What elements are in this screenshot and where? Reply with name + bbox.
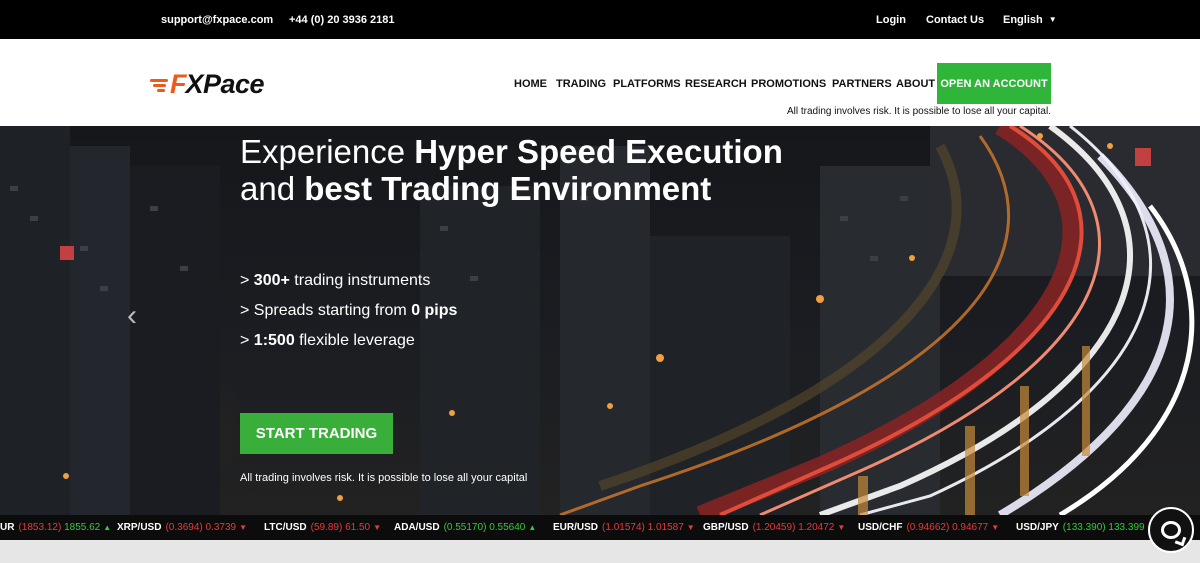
arrow-down-icon: ▼: [373, 523, 382, 532]
arrow-up-icon: ▲: [103, 523, 112, 532]
nav-about[interactable]: ABOUT: [896, 78, 935, 90]
arrow-up-icon: ▲: [528, 523, 537, 532]
main-header: F XPace HOME TRADING PLATFORMS RESEARCH …: [0, 39, 1200, 126]
headline-bold: Hyper Speed Execution: [414, 133, 783, 170]
ticker-item[interactable]: LTC/USD (59.89) 61.50 ▼: [264, 522, 381, 533]
nav-platforms[interactable]: PLATFORMS: [613, 78, 681, 90]
nav-trading[interactable]: TRADING: [556, 78, 606, 90]
page-bottom: [0, 540, 1200, 563]
ticker-item[interactable]: ADA/USD (0.55170) 0.55640 ▲: [394, 522, 536, 533]
nav-home[interactable]: HOME: [514, 78, 547, 90]
speed-lines-icon: [150, 75, 168, 93]
phone-link[interactable]: +44 (0) 20 3936 2181: [289, 14, 395, 26]
fxpace-logo[interactable]: F XPace: [150, 68, 265, 100]
open-account-button[interactable]: OPEN AN ACCOUNT: [937, 63, 1051, 104]
contact-us-link[interactable]: Contact Us: [926, 14, 984, 26]
hero-headline: Experience Hyper Speed Execution and bes…: [240, 133, 783, 207]
bullet-leverage: > 1:500 flexible leverage: [240, 332, 415, 349]
login-link[interactable]: Login: [876, 14, 906, 26]
hero-banner: Experience Hyper Speed Execution and bes…: [0, 126, 1200, 515]
hero-bullets: > 300+ trading instruments > Spreads sta…: [240, 266, 457, 356]
headline-bold: best Trading Environment: [304, 170, 712, 207]
risk-warning-header: All trading involves risk. It is possibl…: [786, 106, 1051, 117]
caret-down-icon: ▼: [1048, 15, 1057, 24]
arrow-down-icon: ▼: [991, 523, 1000, 532]
ticker-item[interactable]: GBP/USD (1.20459) 1.20472 ▼: [703, 522, 845, 533]
chat-icon: [1161, 521, 1181, 539]
headline-part: and: [240, 170, 305, 207]
arrow-down-icon: ▼: [686, 523, 695, 532]
ticker-item[interactable]: EUR/USD (1.01574) 1.01587 ▼: [553, 522, 695, 533]
arrow-down-icon: ▼: [239, 523, 248, 532]
arrow-down-icon: ▼: [837, 523, 846, 532]
nav-research[interactable]: RESEARCH: [685, 78, 747, 90]
top-bar: support@fxpace.com +44 (0) 20 3936 2181 …: [0, 0, 1200, 39]
nav-promotions[interactable]: PROMOTIONS: [751, 78, 826, 90]
nav-partners[interactable]: PARTNERS: [832, 78, 892, 90]
support-email-link[interactable]: support@fxpace.com: [161, 14, 273, 26]
logo-f: F: [170, 68, 186, 99]
ticker-item[interactable]: XRP/USD (0.3694) 0.3739 ▼: [117, 522, 247, 533]
bullet-spreads: > Spreads starting from 0 pips: [240, 302, 458, 319]
bullet-instruments: > 300+ trading instruments: [240, 272, 431, 289]
ticker-item[interactable]: USD/JPY (133.390) 133.399: [1016, 522, 1145, 533]
chevron-left-icon[interactable]: ‹: [119, 299, 145, 333]
risk-warning-hero: All trading involves risk. It is possibl…: [240, 472, 528, 484]
language-label: English: [1003, 14, 1043, 26]
logo-text: XPace: [185, 68, 265, 99]
start-trading-button[interactable]: START TRADING: [240, 413, 393, 454]
price-ticker: UR (1853.12) 1855.62 ▲ XRP/USD (0.3694) 0.3…: [0, 515, 1200, 540]
ticker-item[interactable]: USD/CHF (0.94662) 0.94677 ▼: [858, 522, 999, 533]
ticker-item[interactable]: UR (1853.12) 1855.62 ▲: [0, 522, 111, 533]
language-selector[interactable]: English ▼: [1003, 14, 1057, 26]
headline-part: Experience: [240, 133, 415, 170]
chat-button[interactable]: [1148, 507, 1194, 553]
